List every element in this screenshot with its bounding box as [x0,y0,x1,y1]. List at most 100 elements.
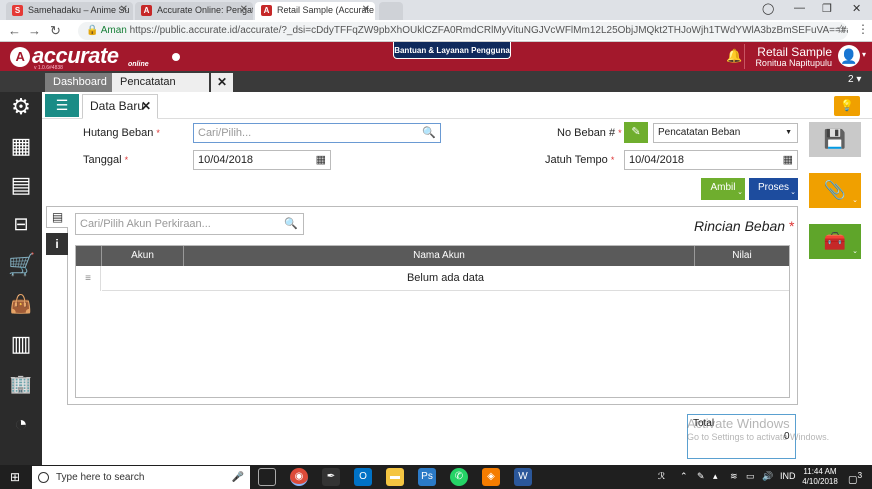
sidebar-report-pie-icon[interactable]: ◔ [8,411,34,437]
sidebar-cart-icon[interactable]: 🛒 [8,252,35,278]
microphone-icon[interactable]: 🎤 [232,466,244,489]
clock-time: 11:44 AM [803,467,837,476]
sidebar-building-icon[interactable]: 🏢 [8,371,34,397]
edit-number-button[interactable]: ✎ [624,122,648,143]
app-feather-icon[interactable]: ✒ [322,468,340,486]
help-button[interactable]: Bantuan & Layanan Pengguna [393,42,511,59]
open-tab-count[interactable]: 2 ▾ [848,74,861,85]
tab-pencatatan-beban[interactable]: Pencatatan Beban [112,73,209,107]
total-label: Total [693,418,715,429]
detail-title-text: Rincian Beban [694,218,786,234]
tanggal-input[interactable]: 10/04/2018 ▦ [193,150,331,170]
minimize-icon[interactable]: — [794,2,805,14]
chrome-icon[interactable]: ◉ [290,468,308,486]
avatar[interactable]: 👤 [838,45,860,67]
column-header-akun[interactable]: Akun [102,246,184,266]
jatuh-tempo-value: 10/04/2018 [629,154,685,166]
network-icon[interactable]: ▴ [713,471,718,482]
windows-start-icon[interactable]: ⊞ [10,470,20,484]
akun-search-input[interactable]: Cari/Pilih Akun Perkiraan... 🔍 [75,213,304,235]
empty-table-message: Belum ada data [102,266,789,291]
required-mark: * [156,128,160,138]
tools-button[interactable]: 🧰 ⌄ [809,224,861,259]
taskbar-clock[interactable]: 11:44 AM 4/10/2018 [800,467,840,487]
no-beban-label: No Beban # * [557,127,622,139]
row-menu-icon[interactable]: ≡ [76,266,101,291]
close-tab-icon[interactable]: ✕ [362,4,370,15]
outlook-icon[interactable]: O [354,468,372,486]
taskbar-search-input[interactable]: Type here to search 🎤 [32,466,250,489]
column-header-nilai[interactable]: Nilai [695,246,789,266]
sidebar-settings-icon[interactable]: ⚙ [8,94,34,120]
pen-icon[interactable]: ✎ [697,471,705,482]
back-icon[interactable]: ← [8,23,21,38]
save-button[interactable]: 💾 [809,122,861,157]
maximize-icon[interactable]: ❐ [822,2,832,15]
photoshop-icon[interactable]: Ps [418,468,436,486]
word-icon[interactable]: W [514,468,532,486]
tanggal-label-text: Tanggal [83,154,122,166]
sidebar-bank-icon[interactable]: ⊟ [8,211,34,237]
attachment-button[interactable]: 📎 ⌄ [809,173,861,208]
file-explorer-icon[interactable]: ▬ [386,468,404,486]
bell-icon[interactable]: 🔔 [726,48,742,64]
browser-tab-title: Retail Sample (Accurate [277,5,375,15]
tab-data-baru[interactable]: Data Baru ✕ [82,94,158,119]
close-tab-icon[interactable]: ✕ [240,4,248,15]
browser-tab-retail-sample[interactable]: A Retail Sample (Accurate ✕ [255,2,375,20]
hutang-beban-input[interactable]: Cari/Pilih... 🔍 [193,123,441,143]
tab-dashboard[interactable]: Dashboard [45,73,115,92]
reload-icon[interactable]: ↻ [50,23,61,39]
tray-chevron-up-icon[interactable]: ⌃ [680,471,688,482]
accurate-logo[interactable]: Aaccurate [10,43,119,69]
language-indicator[interactable]: IND [780,471,796,481]
close-subtab-icon[interactable]: ✕ [141,95,151,118]
sidebar: ⚙ ▦ ▤ ⊟ 🛒 👜 ▥ 🏢 ◔ [0,92,42,465]
sidebar-purchase-bag-icon[interactable]: 👜 [8,291,34,317]
volume-icon[interactable]: 🔊 [762,471,773,482]
people-icon[interactable]: ℛ [658,471,665,482]
jatuh-tempo-input[interactable]: 10/04/2018 ▦ [624,150,798,170]
browser-tab-samehadaku[interactable]: S Samehadaku – Anime Su ✕ [6,2,133,20]
ambil-label: Ambil [710,182,736,193]
detail-tab-info[interactable]: i [46,233,68,255]
akun-search-placeholder: Cari/Pilih Akun Perkiraan... [80,218,211,230]
proses-button[interactable]: Proses ⌄ [749,178,798,200]
browser-menu-icon[interactable]: ⋮ [857,22,869,36]
browser-tab-accurate-pengat[interactable]: A Accurate Online: Pengat ✕ [135,2,253,20]
url-input[interactable]: 🔒 Aman https://public.accurate.id/accura… [78,22,848,40]
wifi-icon[interactable]: ≋ [730,471,738,482]
app-orange-icon[interactable]: ◈ [482,468,500,486]
detail-tab-list[interactable]: ▤ [46,206,68,228]
sidebar-ledger-icon[interactable]: ▤ [8,172,34,198]
tab-data-baru-label: Data Baru [90,99,145,113]
detail-table: Akun Nama Akun Nilai ≡ Belum ada data [75,245,790,398]
calendar-icon[interactable]: ▦ [316,151,326,169]
lock-icon: 🔒 [86,25,99,36]
close-tab-icon[interactable]: ✕ [120,4,128,15]
notification-center-icon[interactable]: ▢3 [848,470,862,485]
bookmark-star-icon[interactable]: ☆ [836,22,847,36]
search-icon[interactable]: 🔍 [284,214,298,234]
whatsapp-icon[interactable]: ✆ [450,468,468,486]
calendar-icon[interactable]: ▦ [783,151,793,169]
forward-icon[interactable]: → [28,23,41,38]
company-info[interactable]: Retail Sample Ronitua Napitupulu [752,45,832,68]
column-header-nama-akun[interactable]: Nama Akun [184,246,695,266]
no-beban-select[interactable]: Pencatatan Beban ▼ [653,123,798,143]
browser-tab-title: Samehadaku – Anime Su [28,5,130,15]
chevron-down-icon[interactable]: ▾ [862,50,866,59]
profile-icon[interactable]: ◯ [762,2,774,15]
close-module-tab-icon[interactable]: ✕ [211,73,233,92]
sidebar-modules-grid-icon[interactable]: ▦ [8,133,34,159]
ambil-button[interactable]: Ambil ⌄ [701,178,745,200]
cortana-circle-icon [38,472,49,483]
list-view-button[interactable]: ☰ [45,94,79,117]
tips-bulb-button[interactable]: 💡 [834,96,860,116]
search-icon[interactable]: 🔍 [422,124,436,142]
sidebar-archive-icon[interactable]: ▥ [8,331,34,357]
task-view-icon[interactable] [258,468,276,486]
close-window-icon[interactable]: ✕ [852,2,861,15]
new-tab-button[interactable] [379,2,403,20]
battery-icon[interactable]: ▭ [746,471,755,482]
